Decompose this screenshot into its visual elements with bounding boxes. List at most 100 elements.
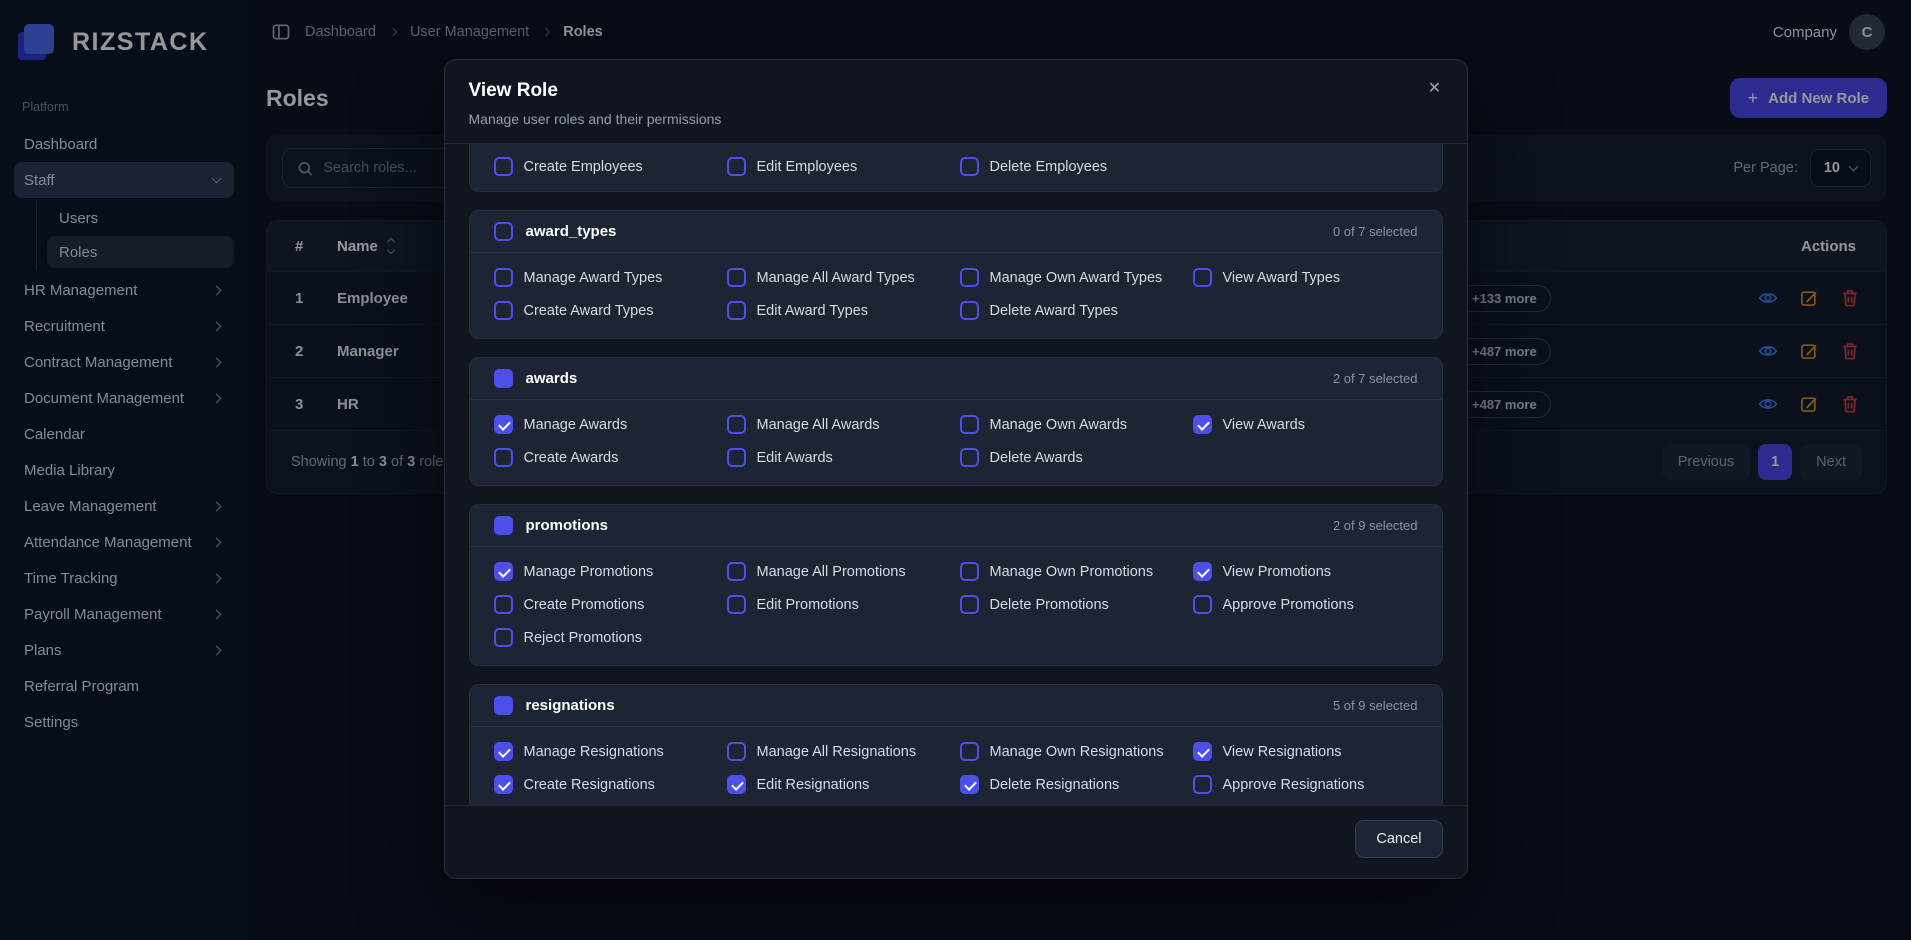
checkbox[interactable] <box>960 157 979 176</box>
checkbox[interactable] <box>960 775 979 794</box>
checkbox[interactable] <box>727 595 746 614</box>
permission-item[interactable]: View Award Types <box>1193 268 1418 287</box>
checkbox[interactable] <box>494 628 513 647</box>
checkbox[interactable] <box>494 157 513 176</box>
checkbox[interactable] <box>494 562 513 581</box>
permission-item[interactable]: View Awards <box>1193 415 1418 434</box>
permission-item[interactable]: Edit Award Types <box>727 301 952 320</box>
permission-item[interactable]: Delete Awards <box>960 448 1185 467</box>
group-name: resignations <box>526 697 615 714</box>
permission-label: Manage Resignations <box>524 744 664 760</box>
permission-item[interactable]: Edit Awards <box>727 448 952 467</box>
permission-group-awards: awards 2 of 7 selected Manage Awards Man… <box>469 357 1443 486</box>
permission-item[interactable]: View Resignations <box>1193 742 1418 761</box>
permission-label: View Awards <box>1223 417 1305 433</box>
checkbox[interactable] <box>727 775 746 794</box>
permission-label: Approve Resignations <box>1223 777 1365 793</box>
checkbox[interactable] <box>960 562 979 581</box>
permission-item[interactable]: Manage All Award Types <box>727 268 952 287</box>
permission-item[interactable]: Create Promotions <box>494 595 719 614</box>
permission-item[interactable]: Delete Resignations <box>960 775 1185 794</box>
checkbox[interactable] <box>960 742 979 761</box>
checkbox[interactable] <box>1193 595 1212 614</box>
permission-label: Manage All Resignations <box>757 744 917 760</box>
checkbox[interactable] <box>727 448 746 467</box>
checkbox[interactable] <box>727 415 746 434</box>
permission-item[interactable]: Manage Own Awards <box>960 415 1185 434</box>
permission-item[interactable]: View Promotions <box>1193 562 1418 581</box>
permission-group-employees: Create Employees Edit Employees Delete E… <box>469 144 1443 192</box>
permission-item[interactable]: Manage Own Award Types <box>960 268 1185 287</box>
permission-item[interactable]: Manage All Resignations <box>727 742 952 761</box>
group-checkbox[interactable] <box>494 516 513 535</box>
modal-footer: Cancel <box>445 806 1467 878</box>
view-role-modal: View Role Manage user roles and their pe… <box>444 59 1468 879</box>
cancel-button[interactable]: Cancel <box>1355 820 1442 858</box>
permission-group-resignations: resignations 5 of 9 selected Manage Resi… <box>469 684 1443 806</box>
group-checkbox[interactable] <box>494 696 513 715</box>
permission-item[interactable]: Create Award Types <box>494 301 719 320</box>
permission-item[interactable]: Create Awards <box>494 448 719 467</box>
checkbox[interactable] <box>1193 562 1212 581</box>
checkbox[interactable] <box>960 595 979 614</box>
close-icon[interactable]: ✕ <box>1421 74 1449 102</box>
permissions-scroll-area[interactable]: Create Employees Edit Employees Delete E… <box>445 143 1467 806</box>
checkbox[interactable] <box>960 415 979 434</box>
checkbox[interactable] <box>1193 268 1212 287</box>
permission-item[interactable]: Manage Resignations <box>494 742 719 761</box>
checkbox[interactable] <box>1193 742 1212 761</box>
checkbox[interactable] <box>960 301 979 320</box>
checkbox[interactable] <box>727 301 746 320</box>
permission-item[interactable]: Manage Own Promotions <box>960 562 1185 581</box>
permission-item[interactable]: Delete Award Types <box>960 301 1185 320</box>
permission-item[interactable]: Edit Resignations <box>727 775 952 794</box>
permission-label: Delete Employees <box>990 159 1108 175</box>
permission-label: Create Resignations <box>524 777 655 793</box>
checkbox[interactable] <box>727 157 746 176</box>
group-checkbox[interactable] <box>494 369 513 388</box>
checkbox[interactable] <box>960 448 979 467</box>
permission-label: Edit Resignations <box>757 777 870 793</box>
checkbox[interactable] <box>727 268 746 287</box>
permission-item[interactable]: Manage Promotions <box>494 562 719 581</box>
permission-item[interactable]: Manage All Promotions <box>727 562 952 581</box>
permission-label: Manage Award Types <box>524 270 663 286</box>
permission-item[interactable]: Manage All Awards <box>727 415 952 434</box>
permission-item[interactable]: Edit Employees <box>727 157 952 176</box>
checkbox[interactable] <box>494 742 513 761</box>
group-checkbox[interactable] <box>494 222 513 241</box>
permission-item[interactable]: Delete Promotions <box>960 595 1185 614</box>
permission-item[interactable]: Create Resignations <box>494 775 719 794</box>
permission-item[interactable]: Reject Promotions <box>494 628 719 647</box>
permission-label: Manage Own Resignations <box>990 744 1164 760</box>
permission-item[interactable]: Manage Award Types <box>494 268 719 287</box>
permission-group-promotions: promotions 2 of 9 selected Manage Promot… <box>469 504 1443 666</box>
group-name: award_types <box>526 223 617 240</box>
group-name: promotions <box>526 517 609 534</box>
permission-item[interactable]: Approve Promotions <box>1193 595 1418 614</box>
permission-item[interactable]: Approve Resignations <box>1193 775 1418 794</box>
permission-item[interactable]: Edit Promotions <box>727 595 952 614</box>
permission-item[interactable]: Delete Employees <box>960 157 1185 176</box>
checkbox[interactable] <box>494 268 513 287</box>
checkbox[interactable] <box>1193 775 1212 794</box>
group-name: awards <box>526 370 578 387</box>
checkbox[interactable] <box>494 775 513 794</box>
permission-label: Manage All Awards <box>757 417 880 433</box>
checkbox[interactable] <box>1193 415 1212 434</box>
checkbox[interactable] <box>494 415 513 434</box>
checkbox[interactable] <box>727 562 746 581</box>
checkbox[interactable] <box>727 742 746 761</box>
checkbox[interactable] <box>960 268 979 287</box>
permission-group-award-types: award_types 0 of 7 selected Manage Award… <box>469 210 1443 339</box>
checkbox[interactable] <box>494 301 513 320</box>
permission-label: Edit Awards <box>757 450 833 466</box>
permission-label: Delete Award Types <box>990 303 1118 319</box>
permission-label: Edit Award Types <box>757 303 869 319</box>
permission-item[interactable]: Create Employees <box>494 157 719 176</box>
permission-item[interactable]: Manage Own Resignations <box>960 742 1185 761</box>
permission-item[interactable]: Manage Awards <box>494 415 719 434</box>
checkbox[interactable] <box>494 595 513 614</box>
permission-label: Create Employees <box>524 159 643 175</box>
checkbox[interactable] <box>494 448 513 467</box>
